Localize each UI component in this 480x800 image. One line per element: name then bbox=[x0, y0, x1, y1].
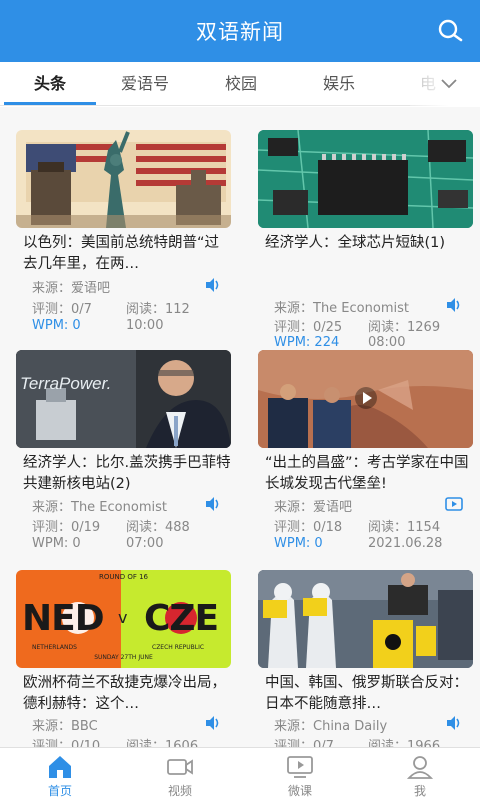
nav-label: 我 bbox=[413, 784, 426, 798]
article-test: 评测：0/10 bbox=[32, 739, 101, 747]
article-test: 评测：0/25 bbox=[274, 320, 343, 335]
tab-entertainment[interactable]: 娱乐 bbox=[296, 62, 382, 106]
video-camera-icon bbox=[167, 759, 193, 775]
monitor-play-icon bbox=[287, 756, 313, 778]
article-reads: 阅读：1966 bbox=[368, 739, 441, 747]
article-reads: 阅读：1154 bbox=[368, 520, 441, 535]
audio-icon[interactable] bbox=[204, 277, 222, 293]
nav-microcourse[interactable]: 微课 bbox=[240, 748, 360, 800]
article-reads: 阅读：1606 bbox=[126, 739, 199, 747]
news-card[interactable]: TerraPower. 经济学人：比尔.盖茨携手巴菲特共建新核电站(2) 来源：… bbox=[16, 350, 236, 560]
tab-campus[interactable]: 校园 bbox=[198, 62, 284, 106]
nav-label: 微课 bbox=[287, 784, 312, 798]
article-source: 来源：China Daily bbox=[274, 719, 388, 734]
news-card[interactable]: “出土的昌盛”：考古学家在中国长城发现古代堡垒! 来源：爱语吧 评测：0/18 … bbox=[258, 350, 478, 560]
article-source: 来源：BBC bbox=[32, 719, 98, 734]
article-thumbnail bbox=[258, 350, 473, 448]
czech-label: CZECH REPUBLIC bbox=[152, 644, 205, 651]
news-card[interactable]: 中国、韩国、俄罗斯联合反对：日本不能随意排… 来源：China Daily 评测… bbox=[258, 570, 478, 747]
nav-video[interactable]: 视频 bbox=[120, 748, 240, 800]
page-title: 双语新闻 bbox=[196, 20, 284, 44]
video-icon[interactable] bbox=[445, 496, 463, 512]
audio-icon[interactable] bbox=[445, 715, 463, 731]
article-title: “出土的昌盛”：考古学家在中国长城发现古代堡垒! bbox=[265, 455, 469, 492]
article-date: 08:00 bbox=[368, 335, 406, 350]
news-card[interactable]: ROUND OF 16 NED v CZE NETHERLANDS CZECH … bbox=[16, 570, 236, 747]
article-date: 07:00 bbox=[126, 536, 164, 551]
article-wpm: WPM: 0 bbox=[274, 536, 323, 551]
article-reads: 阅读：112 bbox=[126, 302, 190, 317]
article-wpm: WPM: 0 bbox=[32, 318, 81, 333]
article-title: 以色列：美国前总统特朗普“过去几年里，在两… bbox=[23, 235, 220, 272]
news-feed: 以色列：美国前总统特朗普“过去几年里，在两… 来源：爱语吧 评测：0/7 阅读：… bbox=[0, 107, 480, 747]
audio-icon[interactable] bbox=[445, 297, 463, 313]
nav-label: 视频 bbox=[167, 784, 192, 798]
article-test: 评测：0/18 bbox=[274, 520, 343, 535]
article-source: 来源：爱语吧 bbox=[274, 500, 353, 515]
article-title: 中国、韩国、俄罗斯联合反对：日本不能随意排… bbox=[265, 675, 468, 712]
active-tab-indicator bbox=[4, 102, 96, 105]
versus-label: v bbox=[118, 608, 128, 627]
chevron-down-icon[interactable] bbox=[440, 75, 458, 93]
app-header: 双语新闻 bbox=[0, 0, 480, 62]
article-thumbnail: ROUND OF 16 NED v CZE NETHERLANDS CZECH … bbox=[16, 570, 231, 668]
bottom-nav: 首页 视频 微课 我 bbox=[0, 747, 480, 800]
team-cze: CZE bbox=[144, 598, 219, 639]
article-source: 来源：爱语吧 bbox=[32, 281, 111, 296]
nav-me[interactable]: 我 bbox=[360, 748, 480, 800]
netherlands-label: NETHERLANDS bbox=[32, 644, 77, 651]
article-wpm: WPM: 224 bbox=[274, 335, 340, 350]
audio-icon[interactable] bbox=[204, 496, 222, 512]
article-test: 评测：0/7 bbox=[32, 302, 92, 317]
category-tabs: 头条 爱语号 校园 娱乐 电 bbox=[0, 62, 480, 106]
article-title: 经济学人：全球芯片短缺(1) bbox=[265, 235, 446, 251]
article-source: 来源：The Economist bbox=[274, 301, 409, 316]
round-label: ROUND OF 16 bbox=[98, 573, 149, 581]
nav-home[interactable]: 首页 bbox=[0, 748, 120, 800]
article-title: 欧洲杯荷兰不敌捷克爆冷出局，德利赫特：这个… bbox=[23, 675, 226, 712]
article-thumbnail bbox=[258, 570, 473, 668]
news-card[interactable]: 经济学人：全球芯片短缺(1) 来源：The Economist 评测：0/25 … bbox=[258, 130, 478, 350]
article-wpm: WPM: 0 bbox=[32, 536, 81, 551]
terrapower-logo: TerraPower. bbox=[20, 374, 112, 393]
news-card[interactable]: 以色列：美国前总统特朗普“过去几年里，在两… 来源：爱语吧 评测：0/7 阅读：… bbox=[16, 130, 236, 340]
audio-icon[interactable] bbox=[204, 715, 222, 731]
nav-label: 首页 bbox=[47, 784, 72, 798]
article-test: 评测：0/19 bbox=[32, 520, 101, 535]
team-ned: NED bbox=[22, 598, 105, 639]
article-thumbnail: TerraPower. bbox=[16, 350, 231, 448]
article-date: 10:00 bbox=[126, 318, 164, 333]
user-icon bbox=[406, 756, 434, 779]
article-source: 来源：The Economist bbox=[32, 500, 167, 515]
article-reads: 阅读：1269 bbox=[368, 320, 441, 335]
article-thumbnail bbox=[16, 130, 231, 228]
article-test: 评测：0/7 bbox=[274, 739, 334, 747]
article-title: 经济学人：比尔.盖茨携手巴菲特共建新核电站(2) bbox=[23, 455, 231, 492]
article-reads: 阅读：488 bbox=[126, 520, 190, 535]
match-date: SUNDAY 27TH JUNE bbox=[94, 654, 153, 661]
tab-headlines[interactable]: 头条 bbox=[4, 62, 96, 106]
home-icon bbox=[49, 756, 71, 778]
tab-aiyu[interactable]: 爱语号 bbox=[102, 62, 188, 106]
play-icon[interactable] bbox=[354, 386, 378, 410]
search-icon[interactable] bbox=[436, 17, 464, 45]
article-date: 2021.06.28 bbox=[368, 536, 443, 551]
article-thumbnail bbox=[258, 130, 473, 228]
